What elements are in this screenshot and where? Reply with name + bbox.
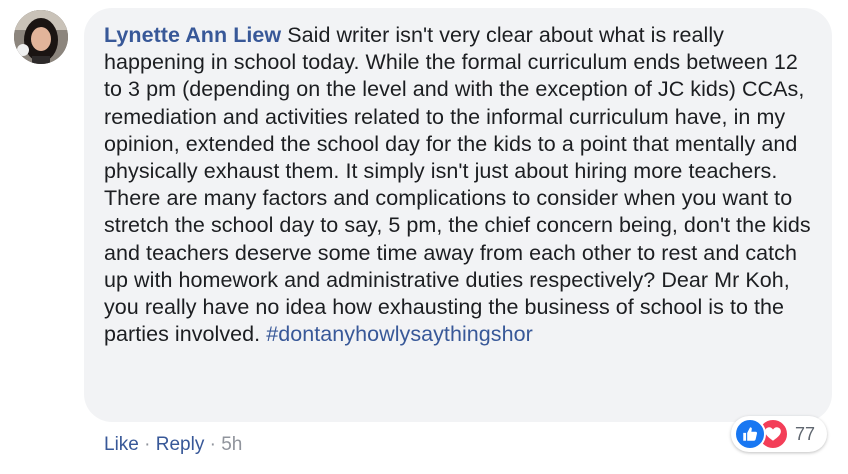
separator: · (138, 434, 156, 455)
avatar[interactable] (14, 10, 68, 64)
comment-actions: Like · Reply · 5h (104, 434, 242, 456)
comment-text: Lynette Ann Liew Said writer isn't very … (104, 22, 816, 348)
like-reaction-icon (734, 418, 766, 450)
hashtag-link[interactable]: #dontanyhowlysaythingshor (266, 322, 533, 346)
reactions-summary[interactable]: 77 (731, 416, 827, 452)
author-name[interactable]: Lynette Ann Liew (104, 23, 281, 47)
reply-button[interactable]: Reply (156, 434, 205, 455)
reaction-count: 77 (795, 423, 816, 444)
timestamp[interactable]: 5h (221, 434, 242, 455)
like-button[interactable]: Like (104, 434, 139, 455)
comment-body: Said writer isn't very clear about what … (104, 23, 811, 347)
comment-bubble: Lynette Ann Liew Said writer isn't very … (84, 8, 832, 422)
separator: · (204, 434, 222, 455)
